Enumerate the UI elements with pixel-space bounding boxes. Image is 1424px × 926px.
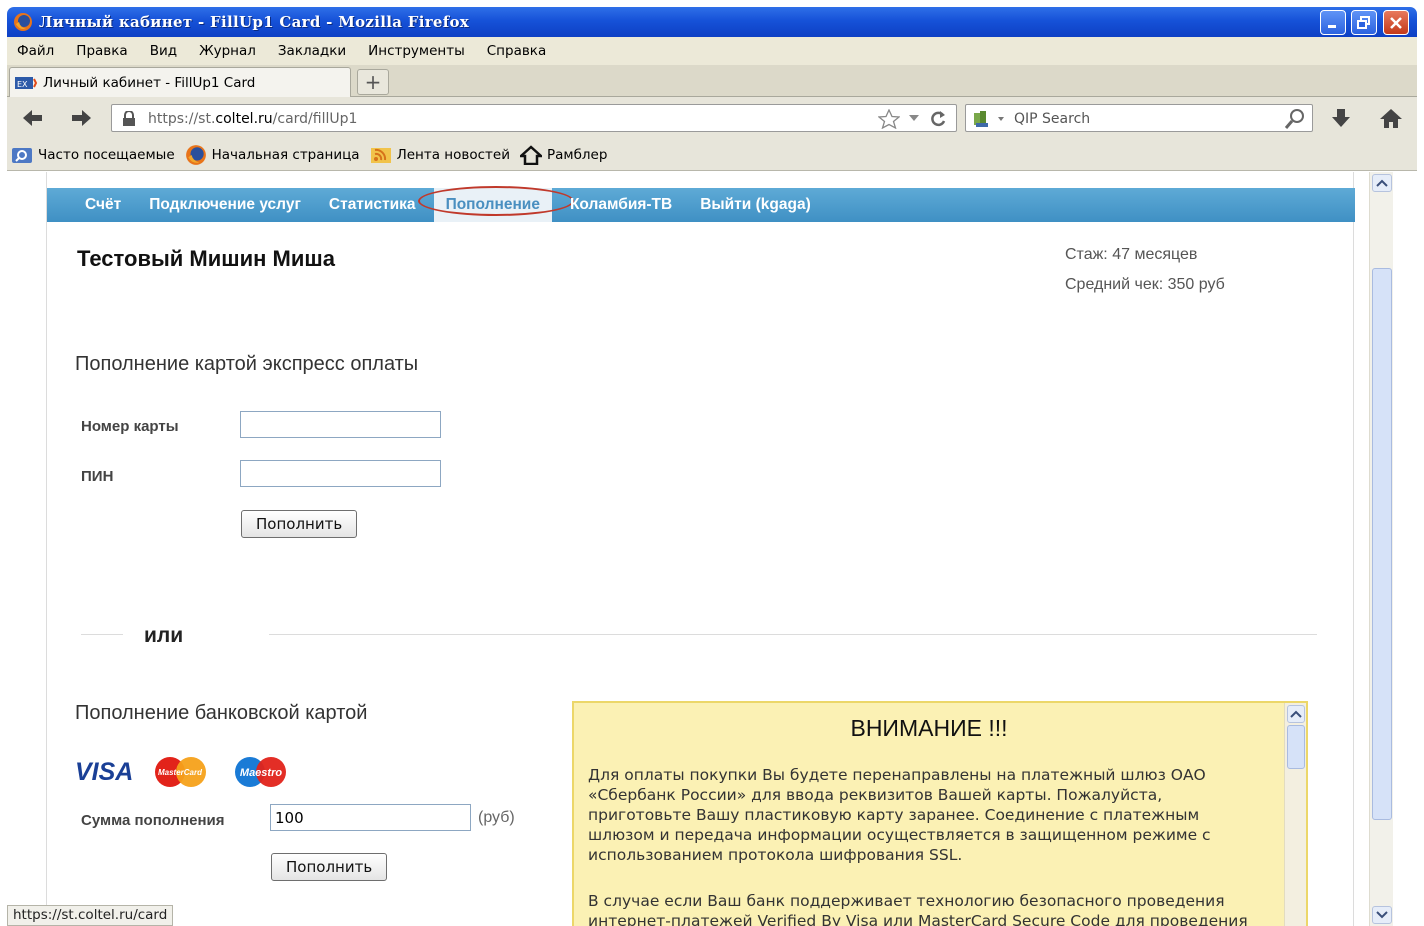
history-dropdown-icon[interactable]: [908, 113, 920, 123]
notice-scroll-up-button[interactable]: [1287, 705, 1305, 723]
minimize-icon: [1328, 24, 1336, 28]
notice-paragraph-1: Для оплаты покупки Вы будете перенаправл…: [588, 766, 1211, 864]
notice-paragraph-2: В случае если Ваш банк поддерживает техн…: [588, 892, 1248, 926]
bookmarks-toolbar: Часто посещаемые Начальная страница Лент…: [7, 139, 1417, 171]
window-title: Личный кабинет - FillUp1 Card - Mozilla …: [39, 13, 470, 31]
bank-topup-button[interactable]: Пополнить: [271, 853, 388, 881]
house-icon: [519, 144, 542, 165]
nav-services[interactable]: Подключение услуг: [149, 196, 301, 214]
menu-edit[interactable]: Правка: [76, 43, 127, 59]
notice-scroll-thumb[interactable]: [1287, 725, 1305, 769]
tab-personal-cabinet[interactable]: EX Личный кабинет - FillUp1 Card: [9, 67, 351, 97]
card-number-input[interactable]: [240, 411, 441, 438]
page-content: Счёт Подключение услуг Статистика Пополн…: [7, 172, 1393, 926]
svg-text:EX: EX: [17, 80, 28, 89]
user-name: Тестовый Мишин Миша: [77, 246, 335, 271]
nav-columbia-tv[interactable]: Коламбия-ТВ: [570, 196, 672, 214]
card-number-label: Номер карты: [81, 418, 179, 435]
search-engine-icon[interactable]: [972, 109, 1010, 129]
firefox-icon: [185, 144, 206, 165]
url-text[interactable]: https://st.coltel.ru/card/fillUp1: [148, 111, 357, 127]
chevron-up-icon: [1290, 710, 1302, 718]
page-scroll-thumb[interactable]: [1372, 268, 1392, 820]
downloads-icon[interactable]: [1329, 107, 1353, 129]
nav-topup[interactable]: Пополнение: [417, 186, 574, 222]
home-icon[interactable]: [1379, 107, 1403, 129]
window-titlebar: Личный кабинет - FillUp1 Card - Mozilla …: [7, 7, 1417, 37]
svg-text:Maestro: Maestro: [240, 767, 282, 779]
menu-bookmarks[interactable]: Закладки: [278, 43, 346, 59]
notice-title: ВНИМАНИЕ !!!: [850, 715, 1008, 741]
chevron-up-icon: [1376, 179, 1388, 187]
search-bar[interactable]: QIP Search: [965, 104, 1313, 132]
highlight-circle: [417, 186, 574, 216]
mastercard-logo: MasterCard: [155, 757, 206, 787]
pin-label: ПИН: [81, 468, 114, 485]
status-bar: https://st.coltel.ru/card: [7, 905, 174, 926]
search-icon[interactable]: [1284, 108, 1306, 130]
bookmark-rambler[interactable]: Рамблер: [519, 144, 607, 165]
express-section-title: Пополнение картой экспресс оплаты: [75, 353, 419, 375]
divider-left: [81, 634, 123, 635]
forward-arrow-icon[interactable]: [69, 107, 93, 129]
menu-tools[interactable]: Инструменты: [368, 43, 465, 59]
bookmark-news-feed[interactable]: Лента новостей: [370, 145, 510, 165]
site-navigation: Счёт Подключение услуг Статистика Пополн…: [47, 186, 1355, 222]
bookmark-most-visited[interactable]: Часто посещаемые: [11, 146, 175, 164]
or-label: или: [144, 624, 184, 647]
address-bar[interactable]: https://st.coltel.ru/card/fillUp1: [111, 104, 957, 132]
pin-input[interactable]: [240, 460, 441, 487]
page-scroll-up-button[interactable]: [1372, 174, 1392, 192]
reload-icon[interactable]: [928, 109, 948, 129]
page-scroll-down-button[interactable]: [1372, 906, 1392, 924]
bank-section-title: Пополнение банковской картой: [75, 702, 368, 724]
close-window-button[interactable]: [1383, 10, 1409, 35]
chevron-down-icon: [1376, 911, 1388, 919]
menu-help[interactable]: Справка: [487, 43, 546, 59]
currency-unit: (руб): [478, 809, 515, 826]
menu-view[interactable]: Вид: [150, 43, 177, 59]
user-tenure: Стаж: 47 месяцев: [1065, 246, 1198, 263]
nav-logout[interactable]: Выйти (kgaga): [700, 196, 811, 214]
page-scrollbar[interactable]: [1369, 172, 1393, 926]
rss-feed-icon: [370, 147, 391, 163]
svg-text:MasterCard: MasterCard: [158, 768, 203, 777]
firefox-icon: [14, 13, 32, 31]
search-input[interactable]: QIP Search: [1014, 111, 1090, 127]
lock-icon: [123, 111, 135, 126]
divider-right: [269, 634, 1317, 635]
bookmark-start-page[interactable]: Начальная страница: [185, 144, 360, 166]
tab-strip: EX Личный кабинет - FillUp1 Card +: [7, 65, 1417, 97]
page-frame: Счёт Подключение услуг Статистика Пополн…: [46, 172, 1355, 926]
maestro-logo: Maestro: [235, 757, 286, 787]
site-favicon-icon: EX: [15, 76, 38, 89]
amount-label: Сумма пополнения: [81, 812, 225, 829]
visa-logo: VISA: [75, 758, 133, 786]
notice-scrollbar[interactable]: [1284, 703, 1306, 926]
express-topup-button[interactable]: Пополнить: [241, 510, 358, 538]
minimize-button[interactable]: [1320, 10, 1346, 35]
amount-input[interactable]: [270, 804, 471, 831]
restore-icon: [1357, 15, 1370, 29]
magnifier-folder-icon: [12, 147, 32, 163]
average-check: Средний чек: 350 руб: [1065, 276, 1225, 293]
payment-logos: VISA MasterCard Maestro: [75, 757, 286, 787]
menu-history[interactable]: Журнал: [199, 43, 256, 59]
back-arrow-icon[interactable]: [21, 107, 45, 129]
navigation-toolbar: https://st.coltel.ru/card/fillUp1 QIP Se…: [7, 97, 1417, 139]
menu-file[interactable]: Файл: [17, 43, 54, 59]
nav-account[interactable]: Счёт: [85, 196, 121, 214]
close-icon: [1390, 16, 1402, 29]
new-tab-button[interactable]: +: [357, 69, 389, 95]
nav-statistics[interactable]: Статистика: [329, 196, 416, 214]
notice-box: ВНИМАНИЕ !!! Для оплаты покупки Вы будет…: [572, 701, 1308, 926]
menu-bar: Файл Правка Вид Журнал Закладки Инструме…: [7, 37, 1417, 65]
tab-label: Личный кабинет - FillUp1 Card: [43, 74, 256, 91]
bookmark-star-icon[interactable]: [878, 109, 900, 129]
maximize-button[interactable]: [1351, 10, 1377, 35]
